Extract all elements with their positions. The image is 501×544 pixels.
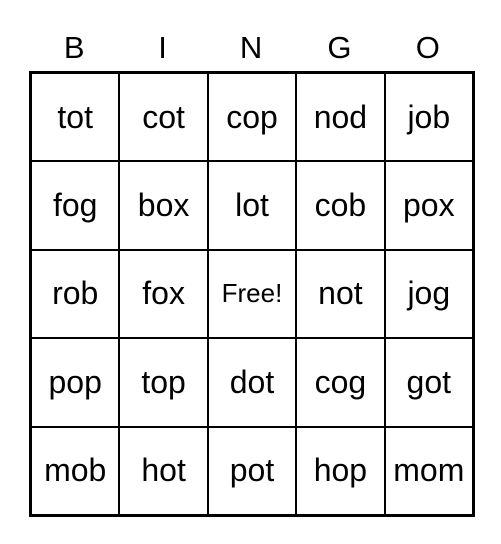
bingo-cell: top <box>119 338 208 427</box>
header-letter: G <box>327 30 352 65</box>
bingo-cell: cot <box>119 73 208 162</box>
bingo-cell: mob <box>31 426 120 515</box>
bingo-cell: pop <box>31 338 120 427</box>
bingo-cell: dot <box>207 338 297 427</box>
bingo-cell: not <box>296 249 385 339</box>
bingo-cell: cob <box>296 161 385 250</box>
bingo-cell: jog <box>384 249 473 339</box>
bingo-cell: fog <box>31 161 120 250</box>
bingo-cell: pox <box>384 161 473 250</box>
bingo-cell: cop <box>207 73 297 162</box>
bingo-grid: tot cot cop nod job fog box lot cob pox rob fox Free… <box>29 71 475 517</box>
bingo-cell: rob <box>31 249 120 339</box>
free-space-cell: Free! <box>207 249 297 339</box>
header-letter: B <box>63 30 85 65</box>
bingo-cell: pot <box>207 426 297 515</box>
bingo-cell: mom <box>384 426 473 515</box>
bingo-cell: job <box>384 73 473 162</box>
bingo-cell: hop <box>296 426 385 515</box>
bingo-cell: got <box>384 338 473 427</box>
bingo-cell: lot <box>207 161 297 250</box>
bingo-cell: hot <box>119 426 208 515</box>
bingo-cell: tot <box>31 73 120 162</box>
bingo-cell: fox <box>119 249 208 339</box>
header-letter: N <box>239 30 263 65</box>
header-letter: I <box>158 30 167 65</box>
bingo-cell: cog <box>296 338 385 427</box>
header-letter: O <box>415 30 440 65</box>
bingo-cell: box <box>119 161 208 250</box>
bingo-cell: nod <box>296 73 385 162</box>
bingo-header: BINGO <box>30 28 472 68</box>
